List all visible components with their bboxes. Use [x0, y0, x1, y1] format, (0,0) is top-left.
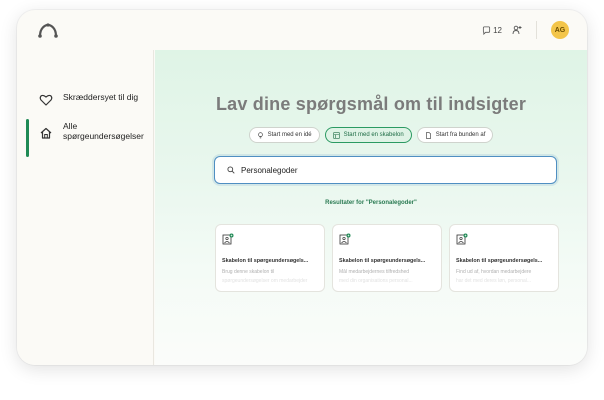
comments-button[interactable]: 12 [482, 26, 502, 35]
chip-start-with-idea[interactable]: Start med en idé [248, 127, 320, 143]
search-box[interactable] [214, 156, 557, 184]
sidebar: Skræddersyet til dig Alle spørgeundersøg… [17, 50, 154, 365]
avatar[interactable]: AG [551, 21, 569, 39]
comment-count: 12 [493, 25, 502, 35]
lightbulb-icon [257, 131, 263, 138]
template-image-icon [339, 233, 351, 245]
chip-label: Start fra bunden af [435, 132, 486, 138]
template-card[interactable]: Skabelon til spørgeundersøgels... Find u… [449, 224, 559, 292]
comment-icon [483, 25, 491, 35]
sidebar-item-tailored[interactable]: Skræddersyet til dig [17, 92, 154, 107]
template-card[interactable]: Skabelon til spørgeundersøgels... Mål me… [332, 224, 442, 292]
card-title: Skabelon til spørgeundersøgels... [456, 258, 543, 264]
template-results: Skabelon til spørgeundersøgels... Brug d… [215, 224, 559, 292]
chip-start-from-scratch[interactable]: Start fra bunden af [416, 127, 494, 143]
add-user-icon[interactable] [512, 25, 522, 35]
template-image-icon [456, 233, 468, 245]
sidebar-item-all-surveys[interactable]: Alle spørgeundersøgelser [17, 119, 154, 157]
results-label: Resultater for "Personalegoder" [325, 200, 417, 206]
main-content: Lav dine spørgsmål om til indsigter Star… [155, 50, 587, 365]
card-title: Skabelon til spørgeundersøgels... [222, 258, 309, 264]
card-description-faded: har det med deres løn, personal... [456, 278, 532, 284]
top-bar: 12 AG [17, 10, 587, 50]
document-icon [425, 131, 431, 139]
chip-label: Start med en skabelon [343, 132, 404, 138]
template-image-icon [222, 233, 234, 245]
card-description-faded: med din organisations personal... [339, 278, 413, 284]
topbar-divider [536, 21, 537, 39]
template-card[interactable]: Skabelon til spørgeundersøgels... Brug d… [215, 224, 325, 292]
chip-label: Start med en idé [267, 132, 312, 138]
chip-start-with-template[interactable]: Start med en skabelon [324, 127, 412, 143]
card-description: Mål medarbejdernes tilfredshed [339, 269, 410, 275]
template-icon [333, 131, 340, 139]
sidebar-item-label: Alle spørgeundersøgelser [63, 121, 144, 141]
heart-icon [39, 94, 53, 106]
card-description: Find ud af, hvordan medarbejdere [456, 269, 532, 275]
card-description-faded: spørgeundersøgelser om medarbejder [222, 278, 308, 284]
active-indicator [26, 119, 29, 157]
home-icon [40, 127, 52, 139]
card-title: Skabelon til spørgeundersøgels... [339, 258, 426, 264]
card-description: Brug denne skabelon til [222, 269, 275, 275]
page-title: Lav dine spørgsmål om til indsigter [215, 94, 527, 114]
logo-icon[interactable] [37, 22, 59, 38]
search-icon [227, 166, 235, 174]
start-options: Start med en idé Start med en skabelon S… [155, 127, 587, 143]
app-window: 12 AG Skræddersyet til dig Alle spørgeun… [17, 10, 587, 365]
sidebar-item-label: Skræddersyet til dig [63, 92, 139, 102]
search-input[interactable] [241, 165, 541, 175]
